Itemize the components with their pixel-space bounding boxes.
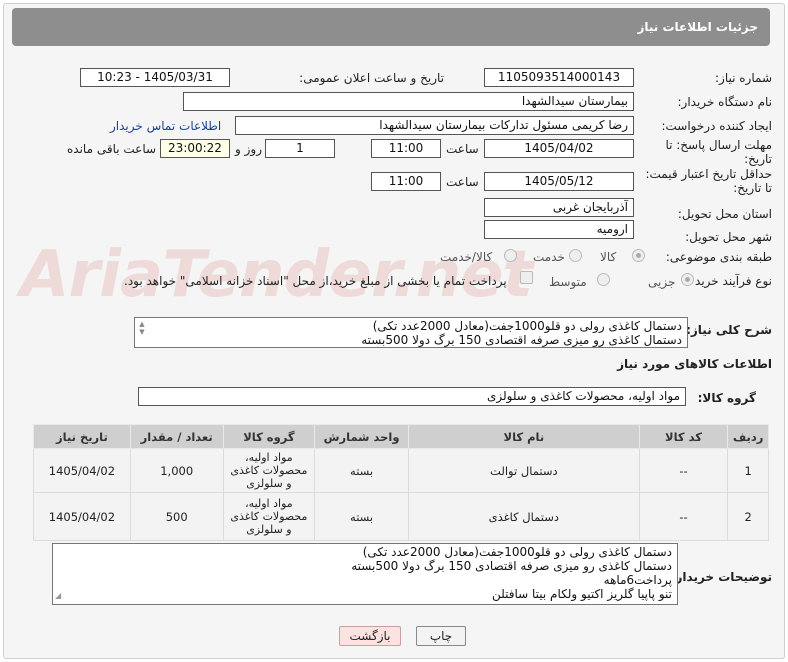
row-group: مواد اولیه، محصولات کاغذی و سلولزی — [222, 448, 316, 493]
process-radio-minor[interactable] — [681, 273, 694, 286]
col-group: گروه کالا — [222, 424, 316, 449]
goods-info-title: اطلاعات کالاهای مورد نیاز — [617, 357, 772, 371]
notes-line-4: تنو پاپیا گلریز اکتیو ولکام بیتا سافتلن — [492, 587, 672, 601]
col-unit: واحد شمارش — [314, 424, 409, 449]
contact-info-link[interactable]: اطلاعات تماس خریدار — [110, 119, 221, 133]
back-button[interactable]: بازگشت — [339, 626, 401, 646]
payment-note: پرداخت تمام یا بخشی از مبلغ خرید،از محل … — [124, 274, 507, 288]
process-option-minor: جزیی — [648, 275, 676, 289]
category-radio-service[interactable] — [569, 249, 582, 262]
province-field: آذربایجان غربی — [484, 198, 634, 217]
days-field: 1 — [265, 139, 335, 158]
table-row: 1 -- دستمال توالت بسته مواد اولیه، محصول… — [33, 448, 769, 493]
remaining-time-field: 23:00:22 — [160, 139, 230, 158]
page-title: جزئیات اطلاعات نیاز — [12, 8, 770, 46]
process-label: نوع فرآیند خرید : — [687, 274, 772, 288]
col-name: نام کالا — [407, 424, 640, 449]
summary-textarea[interactable]: دستمال کاغذی رولی دو قلو1000جفت(معادل 20… — [134, 317, 688, 348]
table-row: 2 -- دستمال کاغذی بسته مواد اولیه، محصول… — [33, 492, 769, 541]
row-code: -- — [638, 448, 729, 493]
scroll-arrows-icon[interactable]: ▲ ▼ — [137, 320, 147, 344]
row-name: دستمال کاغذی — [407, 492, 640, 541]
items-table: ردیف کد کالا نام کالا واحد شمارش گروه کا… — [33, 424, 769, 541]
row-group: مواد اولیه، محصولات کاغذی و سلولزی — [222, 492, 316, 541]
row-index: 2 — [727, 492, 769, 541]
validity-time-field: 11:00 — [371, 172, 441, 191]
notes-line-2: دستمال کاغذی رو میزی صرفه اقتصادی 150 بر… — [351, 559, 672, 573]
need-number-label: شماره نیاز: — [715, 71, 772, 85]
category-radio-both[interactable] — [504, 249, 517, 262]
print-button[interactable]: چاپ — [416, 626, 466, 646]
remaining-label: ساعت باقی مانده — [67, 142, 157, 156]
resize-grip-icon[interactable]: ◢ — [55, 589, 61, 603]
notes-line-3: پرداخت6ماهه — [603, 573, 672, 587]
category-option-service: خدمت — [533, 250, 565, 264]
summary-line-1: دستمال کاغذی رولی دو قلو1000جفت(معادل 20… — [372, 319, 682, 333]
buyer-notes-textarea[interactable]: دستمال کاغذی رولی دو قلو1000جفت(معادل 20… — [52, 543, 678, 605]
days-word: روز و — [235, 142, 262, 156]
row-date: 1405/04/02 — [33, 492, 131, 541]
need-number-field: 1105093514000143 — [484, 68, 634, 87]
validity-label: حداقل تاریخ اعتبار قیمت: — [645, 167, 772, 181]
announce-label: تاریخ و ساعت اعلان عمومی: — [299, 71, 444, 85]
col-index: ردیف — [727, 424, 769, 449]
process-option-medium: متوسط — [549, 275, 587, 289]
row-unit: بسته — [314, 448, 409, 493]
category-radio-goods[interactable] — [632, 249, 645, 262]
city-label: شهر محل تحویل: — [685, 230, 772, 244]
announce-field: 1405/03/31 - 10:23 — [80, 68, 230, 87]
validity-date-field: 1405/05/12 — [484, 172, 634, 191]
row-qty: 500 — [129, 492, 224, 541]
deadline-time-word: ساعت — [446, 142, 479, 156]
category-option-both: کالا/خدمت — [440, 250, 493, 264]
buyer-notes-label: توضیحات خریدار: — [670, 570, 772, 584]
row-date: 1405/04/02 — [33, 448, 131, 493]
row-name: دستمال توالت — [407, 448, 640, 493]
summary-line-2: دستمال کاغذی رو میزی صرفه اقتصادی 150 بر… — [361, 333, 682, 347]
buyer-org-label: نام دستگاه خریدار: — [677, 95, 773, 109]
validity-label-2: تا تاریخ: — [733, 181, 772, 195]
summary-label: شرح کلی نیاز: — [686, 323, 772, 337]
category-label: طبقه بندی موضوعی: — [665, 250, 772, 264]
city-field: ارومیه — [484, 220, 634, 239]
buyer-org-field: بیمارستان سیدالشهدا — [183, 92, 634, 111]
deadline-label: مهلت ارسال پاسخ: تا — [665, 138, 772, 152]
validity-time-word: ساعت — [446, 175, 479, 189]
creator-field: رضا کریمی مسئول تداركات بیمارستان سیدالش… — [235, 116, 634, 135]
goods-group-field: مواد اولیه، محصولات کاغذی و سلولزی — [138, 387, 686, 406]
col-qty: تعداد / مقدار — [129, 424, 224, 449]
category-option-goods: کالا — [600, 250, 617, 264]
process-radio-medium[interactable] — [597, 273, 610, 286]
col-code: کد کالا — [638, 424, 729, 449]
deadline-date-field: 1405/04/02 — [484, 139, 634, 158]
deadline-label-2: تاریخ: — [744, 152, 772, 166]
row-index: 1 — [727, 448, 769, 493]
notes-line-1: دستمال کاغذی رولی دو قلو1000جفت(معادل 20… — [362, 545, 672, 559]
goods-group-label: گروه کالا: — [697, 391, 756, 405]
row-unit: بسته — [314, 492, 409, 541]
col-date: تاریخ نیاز — [33, 424, 131, 449]
row-qty: 1,000 — [129, 448, 224, 493]
creator-label: ایجاد کننده درخواست: — [661, 119, 772, 133]
province-label: استان محل تحویل: — [677, 207, 772, 221]
treasury-payment-checkbox[interactable] — [520, 271, 533, 284]
row-code: -- — [638, 492, 729, 541]
deadline-time-field: 11:00 — [371, 139, 441, 158]
